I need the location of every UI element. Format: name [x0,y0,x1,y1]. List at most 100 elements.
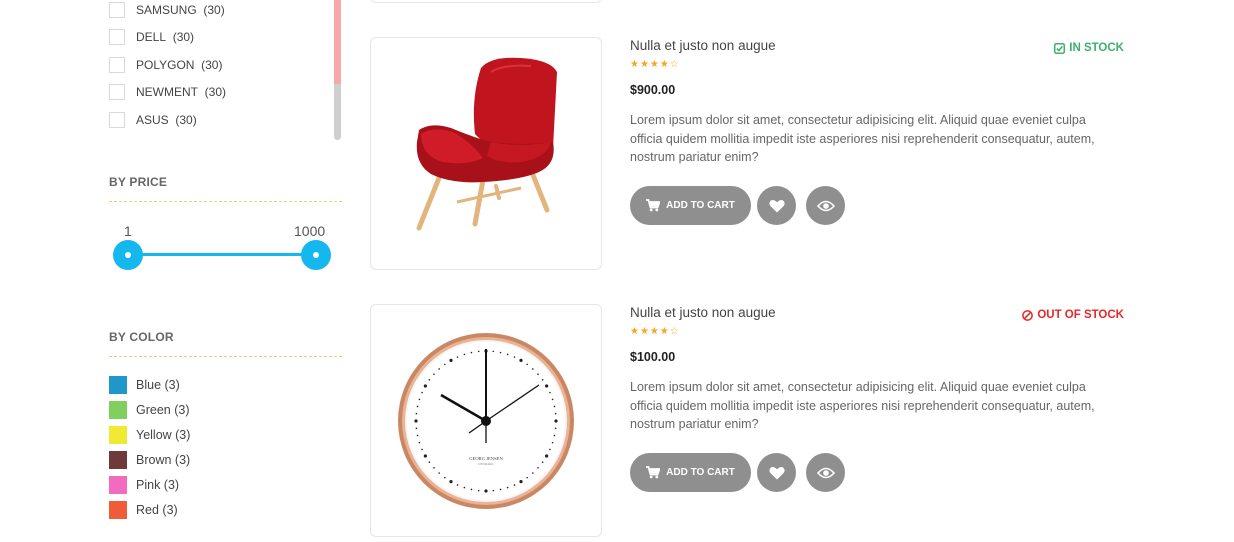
color-label: Yellow (3) [136,428,191,442]
wall-clock-image: GEORG JENSEN DENMARK [398,333,574,509]
color-option-blue[interactable]: Blue (3) [109,376,180,394]
clock-tick [414,419,418,423]
cart-icon [646,466,661,479]
checkbox[interactable] [109,57,125,73]
quick-view-button[interactable] [806,186,845,225]
clock-tick [456,484,459,486]
price-range-track[interactable] [128,253,316,256]
checkbox[interactable] [109,84,125,100]
color-label: Brown (3) [136,453,191,467]
color-label: Pink (3) [136,478,180,492]
stock-label: OUT OF STOCK [1037,309,1124,321]
clock-tick [449,358,453,362]
clock-tick [551,398,554,401]
heart-icon [768,466,785,479]
product-price: $900.00 [630,83,676,97]
brand-option-polygon[interactable]: POLYGON (30) [109,55,222,75]
product-name[interactable]: Nulla et justo non augue [630,305,776,320]
clock-tick [551,441,554,444]
product-image-armchair[interactable] [370,37,602,270]
clock-tick [506,353,509,356]
clock-tick [506,486,509,489]
price-min-label: 1 [124,223,132,239]
color-option-pink[interactable]: Pink (3) [109,476,179,494]
clock-tick [421,391,423,394]
clock-tick [484,489,488,493]
rating-stars: ★★★★☆ [630,326,680,337]
stock-status-in: IN STOCK [1054,42,1124,54]
product-price: $100.00 [630,350,676,364]
clock-tick [463,353,466,356]
clock-tick [470,488,473,491]
brand-option-newment[interactable]: NEWMENT (30) [109,82,226,102]
wishlist-button[interactable] [757,453,796,492]
clock-tick [537,373,539,375]
clock-tick [415,427,418,430]
product-name[interactable]: Nulla et justo non augue [630,38,776,53]
brand-option-asus[interactable]: ASUS (30) [109,110,197,130]
clock-tick [519,358,523,362]
clock-tick [438,368,440,370]
clock-tick [428,461,431,463]
clock-tick [423,384,427,388]
clock-tick [492,489,495,492]
color-swatch[interactable] [109,451,127,469]
color-swatch[interactable] [109,401,127,419]
clock-tick [456,356,459,358]
stock-label: IN STOCK [1069,42,1124,54]
color-option-yellow[interactable]: Yellow (3) [109,426,190,444]
brand-option-dell[interactable]: DELL (30) [109,27,194,47]
clock-brand-text: GEORG JENSEN [469,456,503,461]
clock-tick [545,384,549,388]
brand-option-samsung[interactable]: SAMSUNG (30) [109,0,225,20]
color-swatch[interactable] [109,376,127,394]
previous-product-card-edge [370,0,602,3]
checkbox[interactable] [109,29,125,45]
price-min-handle[interactable] [113,240,143,270]
add-to-cart-button[interactable]: ADD TO CART [630,186,751,225]
scrollbar-thumb[interactable] [334,0,341,84]
color-swatch[interactable] [109,476,127,494]
checkbox[interactable] [109,112,125,128]
color-option-red[interactable]: Red (3) [109,501,178,519]
checkbox[interactable] [109,2,125,18]
clock-tick [463,486,466,489]
rating-stars: ★★★★☆ [630,59,680,70]
clock-tick [554,427,557,430]
eye-icon [816,200,835,211]
color-swatch[interactable] [109,426,127,444]
clock-tick [513,356,516,358]
price-max-label: 1000 [294,223,326,239]
clock-tick [554,412,557,415]
clock-tick [418,441,421,444]
red-armchair-image [416,57,557,231]
clock-tick [532,472,534,474]
clock-tick [549,391,551,394]
clock-sub-text: DENMARK [478,462,494,466]
color-label: Blue (3) [136,378,180,392]
clock-tick [499,351,502,354]
clock-tick [418,398,421,401]
product-image-clock[interactable]: GEORG JENSEN DENMARK [370,304,602,537]
clock-tick [492,350,495,353]
brand-label: DELL (30) [136,30,195,44]
quick-view-button[interactable] [806,453,845,492]
filter-sidebar: SAMSUNG (30) DELL (30) POLYGON (30) NEWM… [0,0,350,542]
brand-label: NEWMENT (30) [136,85,227,99]
color-option-brown[interactable]: Brown (3) [109,451,190,469]
clock-tick [416,405,419,408]
color-label: Red (3) [136,503,178,517]
price-max-handle[interactable] [301,240,331,270]
color-swatch[interactable] [109,501,127,519]
color-option-green[interactable]: Green (3) [109,401,190,419]
clock-tick [477,350,480,353]
scrollbar-track-lower[interactable] [334,84,341,140]
add-to-cart-button[interactable]: ADD TO CART [630,453,751,492]
clock-tick [532,368,534,370]
clock-tick [549,448,551,451]
clock-tick [513,484,516,486]
clock-tick [444,476,446,479]
clock-tick [438,472,440,474]
clock-tick [541,461,544,463]
wishlist-button[interactable] [757,186,796,225]
